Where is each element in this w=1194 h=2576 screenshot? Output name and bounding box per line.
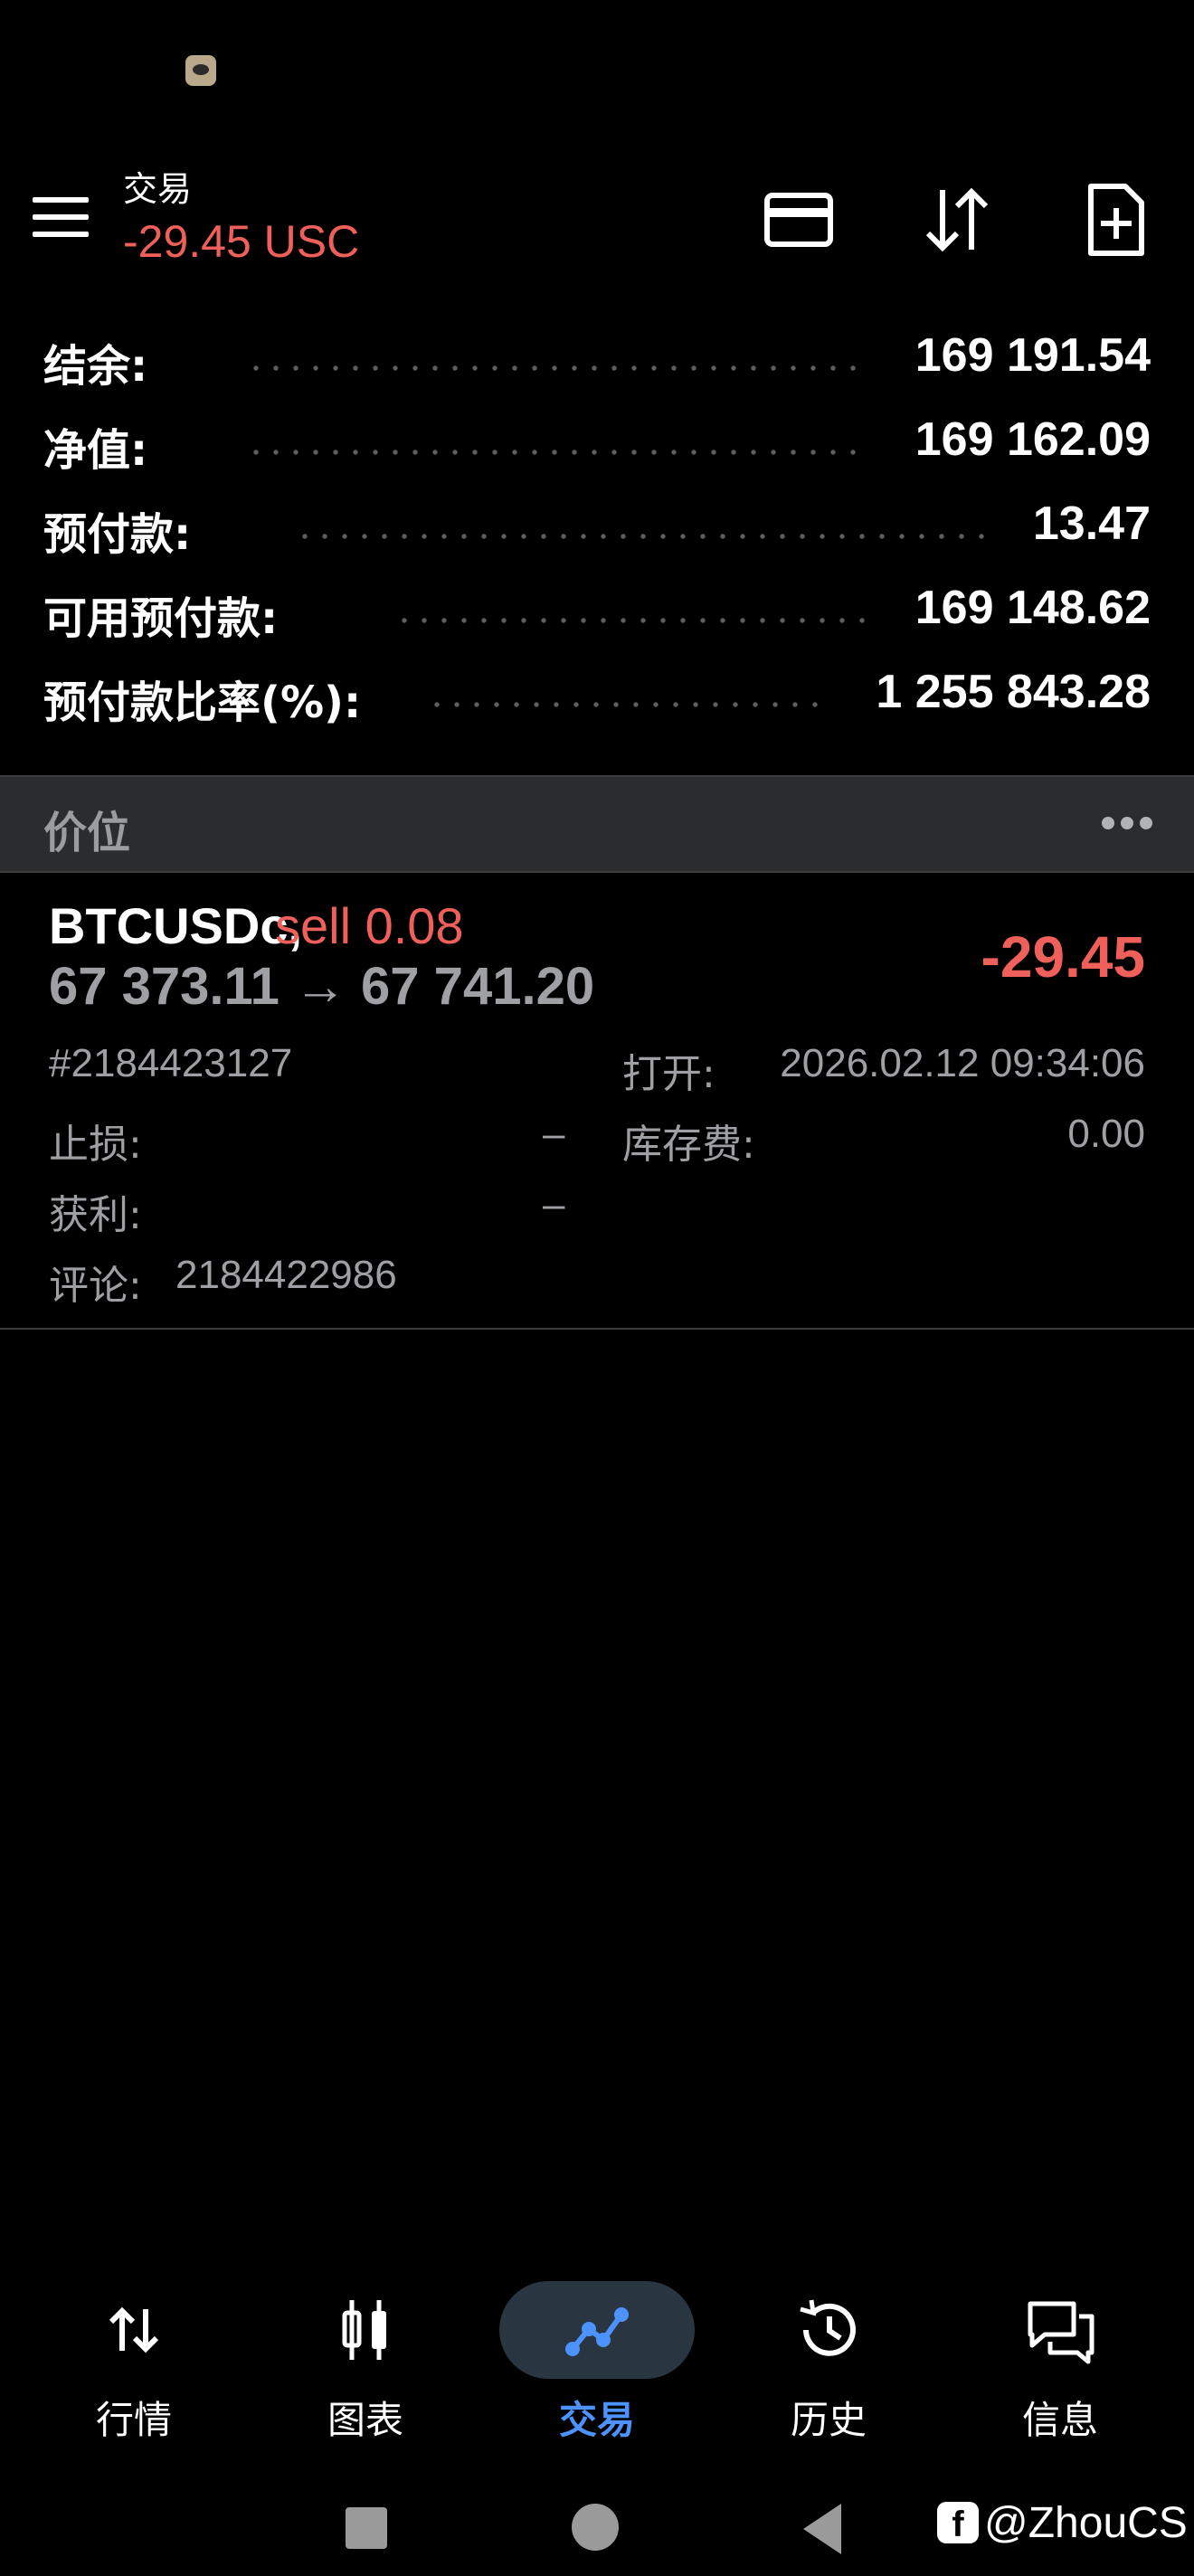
bottom-navigation: 行情 图表 交易 历史 信息 bbox=[0, 2261, 1194, 2451]
summary-label: 结余: bbox=[43, 341, 148, 392]
summary-value: 169 162.09 bbox=[914, 413, 1151, 466]
summary-value: 169 191.54 bbox=[914, 329, 1151, 382]
dot-leader bbox=[246, 449, 870, 456]
nav-label: 信息 bbox=[1021, 2398, 1098, 2442]
floating-profit: -29.45 USC bbox=[123, 216, 360, 267]
sort-arrows-icon[interactable] bbox=[915, 179, 997, 260]
swap-label: 库存费: bbox=[622, 1122, 755, 1168]
position-profit: -29.45 bbox=[981, 924, 1145, 990]
section-title: 价位 bbox=[43, 808, 131, 858]
new-document-icon[interactable] bbox=[1075, 179, 1156, 260]
account-summary: 结余: 169 191.54 净值: 169 162.09 预付款: 13.47… bbox=[0, 329, 1194, 751]
nav-item-quotes[interactable]: 行情 bbox=[25, 2261, 242, 2451]
nav-item-messages[interactable]: 信息 bbox=[952, 2261, 1169, 2451]
nav-item-trade[interactable]: 交易 bbox=[488, 2261, 706, 2451]
watermark-logo-icon: f bbox=[937, 2502, 979, 2544]
page-title: 交易 bbox=[123, 169, 193, 209]
trade-line-icon bbox=[556, 2289, 638, 2371]
take-profit-label: 获利: bbox=[49, 1192, 142, 1238]
app-notification-icon bbox=[185, 55, 216, 86]
summary-value: 169 148.62 bbox=[914, 582, 1151, 634]
summary-label: 预付款: bbox=[43, 509, 192, 560]
nav-label: 图表 bbox=[327, 2398, 403, 2442]
position-symbol: BTCUSDc, bbox=[49, 897, 303, 954]
recent-apps-icon[interactable] bbox=[346, 2507, 387, 2549]
watermark-text: @ZhouCS bbox=[984, 2499, 1188, 2547]
position-ticket: #2184423127 bbox=[49, 1041, 293, 1085]
messages-icon bbox=[1019, 2289, 1101, 2371]
swap-value: 0.00 bbox=[1067, 1112, 1145, 1156]
nav-item-history[interactable]: 历史 bbox=[720, 2261, 937, 2451]
credit-card-icon[interactable] bbox=[758, 179, 839, 260]
quotes-arrows-icon bbox=[93, 2289, 175, 2371]
back-icon[interactable] bbox=[803, 2504, 841, 2554]
dot-leader bbox=[246, 365, 870, 372]
summary-row-balance: 结余: 169 191.54 bbox=[0, 329, 1194, 414]
dot-leader bbox=[295, 533, 997, 540]
more-options-icon[interactable] bbox=[1102, 817, 1152, 829]
dot-leader bbox=[427, 701, 830, 708]
status-bar bbox=[0, 0, 1194, 127]
summary-row-margin-level: 预付款比率(%): 1 255 843.28 bbox=[0, 666, 1194, 751]
position-prices: 67 373.11 → 67 741.20 bbox=[49, 957, 595, 1016]
dot-leader bbox=[394, 617, 870, 624]
summary-row-free-margin: 可用预付款: 169 148.62 bbox=[0, 582, 1194, 667]
positions-section-header: 价位 bbox=[0, 775, 1194, 873]
summary-row-margin: 预付款: 13.47 bbox=[0, 497, 1194, 582]
open-time-label: 打开: bbox=[622, 1051, 715, 1097]
open-time-value: 2026.02.12 09:34:06 bbox=[780, 1041, 1145, 1085]
top-app-bar: 交易 -29.45 USC bbox=[0, 154, 1194, 280]
nav-item-charts[interactable]: 图表 bbox=[257, 2261, 474, 2451]
stop-loss-value: – bbox=[543, 1112, 565, 1156]
comment-value: 2184422986 bbox=[175, 1253, 397, 1297]
take-profit-value: – bbox=[543, 1182, 565, 1226]
position-side: sell 0.08 bbox=[275, 897, 464, 954]
summary-row-equity: 净值: 169 162.09 bbox=[0, 413, 1194, 498]
summary-label: 净值: bbox=[43, 425, 148, 476]
summary-value: 1 255 843.28 bbox=[876, 666, 1151, 718]
comment-label: 评论: bbox=[49, 1263, 142, 1309]
nav-label: 交易 bbox=[558, 2398, 635, 2442]
nav-label: 历史 bbox=[790, 2398, 867, 2442]
home-icon[interactable] bbox=[572, 2504, 619, 2551]
summary-label: 可用预付款: bbox=[43, 593, 279, 644]
nav-label: 行情 bbox=[95, 2398, 172, 2442]
summary-label: 预付款比率(%): bbox=[43, 677, 362, 728]
stop-loss-label: 止损: bbox=[49, 1122, 142, 1168]
position-item[interactable]: BTCUSDc, sell 0.08 67 373.11 → 67 741.20… bbox=[0, 873, 1194, 1330]
history-clock-icon bbox=[788, 2289, 869, 2371]
candlestick-icon bbox=[325, 2289, 406, 2371]
summary-value: 13.47 bbox=[1032, 497, 1151, 550]
menu-icon[interactable] bbox=[33, 197, 89, 237]
